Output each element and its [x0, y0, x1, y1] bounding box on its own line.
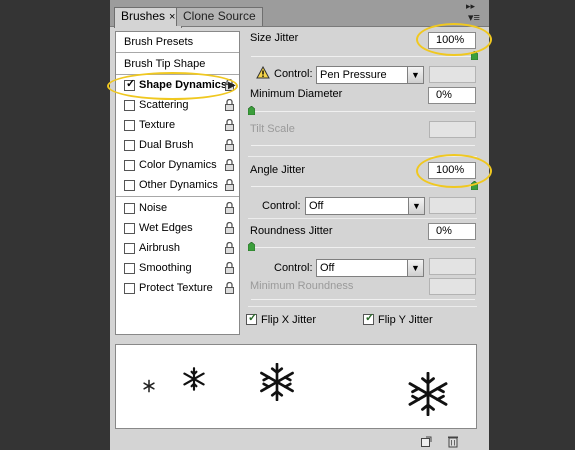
flip-x-checkbox[interactable]: ✓	[246, 313, 257, 325]
roundness-jitter-slider[interactable]	[251, 247, 475, 248]
collapse-icon[interactable]: ▸▸	[466, 2, 475, 11]
option-color-dynamics[interactable]: Color Dynamics	[116, 155, 239, 175]
tab-strip: Brushes × Clone Source ▸▸ ▾≡	[110, 0, 489, 28]
roundness-jitter-slider-thumb[interactable]	[248, 242, 255, 251]
highlight-circle	[107, 72, 238, 100]
trash-icon[interactable]	[447, 435, 459, 448]
tab-clone-source-label: Clone Source	[183, 9, 256, 23]
lock-icon[interactable]	[224, 159, 235, 171]
option-label: Dual Brush	[139, 139, 194, 151]
option-dual-brush[interactable]: Dual Brush	[116, 135, 239, 155]
protect-texture-checkbox[interactable]	[124, 283, 135, 294]
smoothing-checkbox[interactable]	[124, 263, 135, 274]
option-wet-edges[interactable]: Wet Edges	[116, 218, 239, 238]
brush-stroke-preview	[115, 344, 477, 429]
flip-y-checkbox[interactable]: ✓	[363, 313, 374, 325]
lock-icon[interactable]	[224, 119, 235, 131]
chevron-down-icon[interactable]: ▼	[407, 67, 423, 83]
roundness-jitter-value[interactable]: 0%	[428, 223, 476, 240]
scattering-checkbox[interactable]	[124, 100, 135, 111]
tab-brushes-label: Brushes	[121, 9, 166, 23]
tilt-scale-value	[429, 121, 476, 138]
tilt-scale-slider	[251, 145, 475, 146]
chevron-down-icon[interactable]: ▼	[407, 260, 423, 276]
control2-value: Off	[309, 200, 324, 212]
panel-menu-icon[interactable]: ▾≡	[468, 13, 480, 24]
option-noise[interactable]: Noise	[116, 198, 239, 218]
control3-select[interactable]: Off ▼	[316, 259, 424, 277]
color-dynamics-checkbox[interactable]	[124, 160, 135, 171]
brush-presets-button[interactable]: Brush Presets	[116, 32, 239, 52]
option-texture[interactable]: Texture	[116, 115, 239, 135]
tab-close-icon[interactable]: ×	[169, 11, 175, 23]
minimum-diameter-label: Minimum Diameter	[250, 88, 343, 100]
snowflake-brush-icon	[183, 367, 205, 391]
lock-icon[interactable]	[224, 202, 235, 214]
control1-aux-field	[429, 66, 476, 83]
flip-y-label: Flip Y Jitter	[378, 314, 433, 326]
tab-clone-source[interactable]: Clone Source	[176, 7, 263, 26]
size-jitter-label: Size Jitter	[250, 32, 299, 44]
option-label: Other Dynamics	[139, 179, 218, 191]
option-protect-texture[interactable]: Protect Texture	[116, 278, 239, 298]
minimum-roundness-value	[429, 278, 476, 295]
option-airbrush[interactable]: Airbrush	[116, 238, 239, 258]
texture-checkbox[interactable]	[124, 120, 135, 131]
control3-value: Off	[320, 262, 335, 274]
snowflake-brush-icon	[143, 379, 155, 393]
roundness-jitter-label: Roundness Jitter	[250, 225, 333, 237]
warning-icon	[256, 66, 270, 79]
option-label: Color Dynamics	[139, 159, 217, 171]
minimum-roundness-label: Minimum Roundness	[250, 280, 354, 292]
chevron-down-icon[interactable]: ▼	[408, 198, 424, 214]
snowflake-brush-icon	[408, 372, 448, 416]
flip-x-label: Flip X Jitter	[261, 314, 317, 326]
control3-label: Control:	[274, 262, 313, 274]
brush-tip-shape-button[interactable]: Brush Tip Shape	[116, 54, 239, 74]
minimum-diameter-slider[interactable]	[251, 111, 475, 112]
angle-jitter-label: Angle Jitter	[250, 164, 306, 176]
option-other-dynamics[interactable]: Other Dynamics	[116, 175, 239, 195]
tab-brushes[interactable]: Brushes ×	[114, 7, 183, 28]
minimum-diameter-slider-thumb[interactable]	[248, 106, 255, 115]
airbrush-checkbox[interactable]	[124, 243, 135, 254]
minimum-roundness-slider	[251, 299, 475, 300]
new-brush-icon[interactable]	[420, 436, 432, 448]
lock-icon[interactable]	[224, 242, 235, 254]
option-label: Protect Texture	[139, 282, 213, 294]
other-dynamics-checkbox[interactable]	[124, 180, 135, 191]
option-smoothing[interactable]: Smoothing	[116, 258, 239, 278]
lock-icon[interactable]	[224, 179, 235, 191]
highlight-circle	[416, 23, 492, 56]
tilt-scale-label: Tilt Scale	[250, 123, 295, 135]
highlight-circle	[416, 154, 492, 188]
option-label: Smoothing	[139, 262, 192, 274]
snowflake-brush-icon	[260, 363, 294, 401]
wet-edges-checkbox[interactable]	[124, 223, 135, 234]
control1-label: Control:	[274, 68, 313, 80]
minimum-diameter-value[interactable]: 0%	[428, 87, 476, 104]
control1-value: Pen Pressure	[320, 69, 387, 81]
option-label: Texture	[139, 119, 176, 131]
lock-icon[interactable]	[224, 262, 235, 274]
size-jitter-slider[interactable]	[251, 56, 475, 57]
option-label: Wet Edges	[139, 222, 193, 234]
dual-brush-checkbox[interactable]	[124, 140, 135, 151]
lock-icon[interactable]	[224, 99, 235, 111]
control3-aux-field	[429, 258, 476, 275]
lock-icon[interactable]	[224, 222, 235, 234]
control2-aux-field	[429, 197, 476, 214]
control2-label: Control:	[262, 200, 301, 212]
lock-icon[interactable]	[224, 139, 235, 151]
lock-icon[interactable]	[224, 282, 235, 294]
option-label: Airbrush	[139, 242, 180, 254]
option-label: Noise	[139, 202, 168, 214]
control1-select[interactable]: Pen Pressure ▼	[316, 66, 424, 84]
noise-checkbox[interactable]	[124, 203, 135, 214]
control2-select[interactable]: Off ▼	[305, 197, 425, 215]
